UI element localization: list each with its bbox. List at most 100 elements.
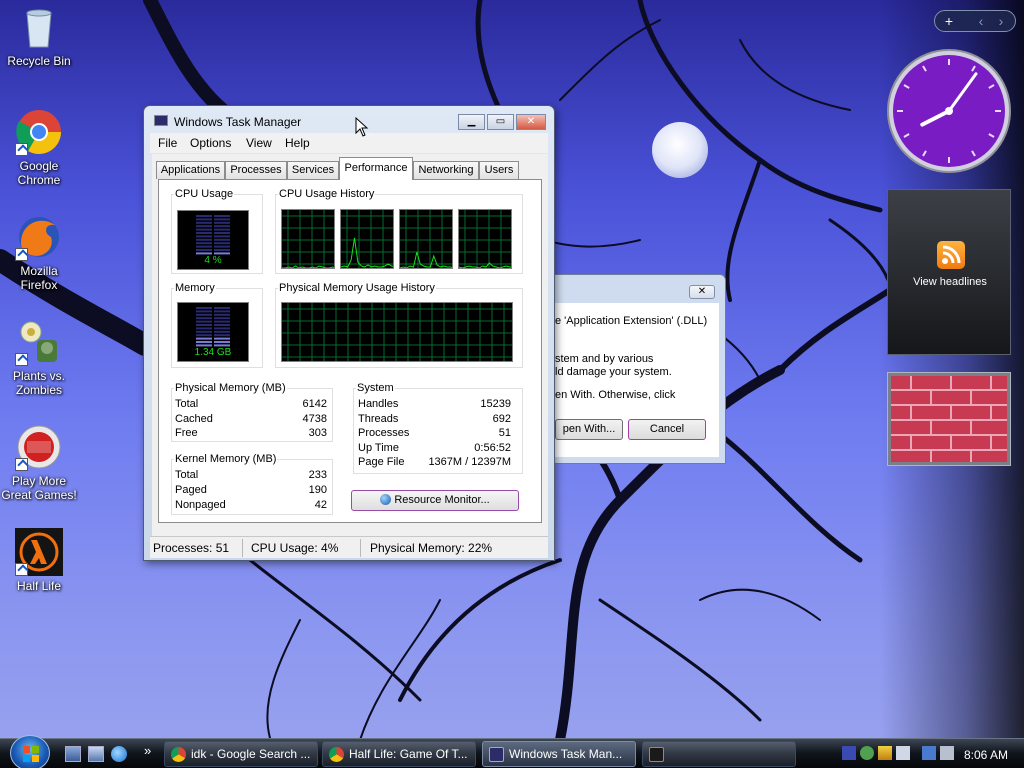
menu-file[interactable]: File bbox=[158, 136, 177, 150]
half-life-icon bbox=[15, 528, 63, 576]
quick-launch-overflow[interactable]: » bbox=[144, 743, 151, 758]
window-titlebar[interactable]: Windows Task Manager ▁ ▭ ✕ bbox=[144, 106, 554, 134]
menu-help[interactable]: Help bbox=[285, 136, 310, 150]
minimize-button[interactable]: ▁ bbox=[458, 114, 485, 130]
row-label: Page File bbox=[358, 456, 405, 468]
shortcut-arrow-icon bbox=[15, 563, 28, 576]
chrome-icon bbox=[171, 747, 186, 762]
brick-wall-image bbox=[891, 376, 1007, 462]
row-value: 1367M / 12397M bbox=[428, 456, 511, 468]
start-button[interactable] bbox=[10, 735, 50, 768]
desktop-icon-label: Plants vs. Zombies bbox=[12, 369, 66, 397]
tab-applications[interactable]: Applications bbox=[156, 161, 225, 179]
row-value: 51 bbox=[498, 427, 511, 439]
tray-status-icon[interactable] bbox=[860, 746, 874, 760]
taskbar-button-label: Half Life: Game Of T... bbox=[349, 747, 468, 761]
sidebar-add-gadget-button[interactable]: + bbox=[939, 13, 959, 29]
desktop-icon-label: Play More Great Games! bbox=[1, 474, 77, 502]
memory-label: Memory bbox=[174, 282, 216, 294]
tab-networking[interactable]: Networking bbox=[413, 161, 479, 179]
taskbar-button-google-search[interactable]: idk - Google Search ... bbox=[164, 741, 318, 767]
close-button[interactable]: ✕ bbox=[516, 114, 546, 130]
dialog-text-line: stem and by various bbox=[555, 353, 654, 365]
security-shield-icon[interactable] bbox=[878, 746, 892, 760]
resource-monitor-button[interactable]: Resource Monitor... bbox=[351, 490, 519, 511]
desktop-icon-google-chrome[interactable]: Google Chrome bbox=[1, 108, 77, 187]
shortcut-arrow-icon bbox=[15, 353, 28, 366]
tab-processes[interactable]: Processes bbox=[225, 161, 287, 179]
row-value: 6142 bbox=[302, 398, 327, 410]
menu-options[interactable]: Options bbox=[190, 136, 231, 150]
open-file-warning-dialog[interactable]: ✕ e 'Application Extension' (.DLL) stem … bbox=[548, 274, 726, 464]
desktop-icon-mozilla-firefox[interactable]: Mozilla Firefox bbox=[1, 213, 77, 292]
taskbar-button-task-manager[interactable]: Windows Task Man... bbox=[482, 741, 636, 767]
kernel-memory-nonpaged-row: Nonpaged 42 bbox=[175, 499, 327, 511]
taskbar-button-label: idk - Google Search ... bbox=[191, 747, 311, 761]
cancel-button[interactable]: Cancel bbox=[628, 419, 706, 440]
memory-meter: 1.34 GB bbox=[177, 302, 249, 362]
sidebar-previous-icon[interactable]: ‹ bbox=[971, 13, 991, 29]
task-manager-icon bbox=[154, 115, 168, 126]
popcap-icon bbox=[15, 423, 63, 471]
memory-value: 1.34 GB bbox=[194, 347, 232, 358]
system-uptime-row: Up Time 0:56:52 bbox=[358, 442, 511, 454]
physical-memory-title: Physical Memory (MB) bbox=[174, 382, 287, 394]
row-label: Processes bbox=[358, 427, 410, 439]
dialog-close-button[interactable]: ✕ bbox=[689, 285, 715, 299]
system-title: System bbox=[356, 382, 395, 394]
clock-gadget[interactable] bbox=[886, 48, 1012, 174]
notification-area: 8:06 AM bbox=[836, 741, 1024, 767]
taskbar-button-half-life[interactable] bbox=[642, 741, 796, 767]
taskbar-button-half-life-chrome[interactable]: Half Life: Game Of T... bbox=[322, 741, 476, 767]
desktop-icon-recycle-bin[interactable]: Recycle Bin bbox=[1, 3, 77, 68]
desktop-icon-half-life[interactable]: Half Life bbox=[1, 528, 77, 593]
shortcut-arrow-icon bbox=[15, 143, 28, 156]
menu-view[interactable]: View bbox=[246, 136, 272, 150]
row-value: 15239 bbox=[480, 398, 511, 410]
kernel-memory-paged-row: Paged 190 bbox=[175, 484, 327, 496]
half-life-icon bbox=[649, 747, 664, 762]
desktop-icon-label: Recycle Bin bbox=[7, 54, 71, 68]
sidebar-next-icon[interactable]: › bbox=[991, 13, 1011, 29]
row-value: 233 bbox=[308, 469, 327, 481]
task-manager-window[interactable]: Windows Task Manager ▁ ▭ ✕ File Options … bbox=[143, 105, 555, 561]
row-label: Nonpaged bbox=[175, 499, 226, 511]
desktop-icon-plants-vs-zombies[interactable]: Plants vs. Zombies bbox=[1, 318, 77, 397]
row-label: Total bbox=[175, 469, 199, 481]
tab-services[interactable]: Services bbox=[287, 161, 339, 179]
switch-windows-icon[interactable] bbox=[88, 746, 104, 762]
tray-device-icon[interactable] bbox=[896, 746, 910, 760]
open-with-button[interactable]: pen With... bbox=[555, 419, 623, 440]
status-physical-memory: Physical Memory: 22% bbox=[370, 541, 493, 555]
recycle-bin-icon bbox=[15, 3, 63, 51]
feed-headlines-gadget[interactable]: View headlines bbox=[887, 189, 1011, 355]
feed-view-headlines-label[interactable]: View headlines bbox=[888, 276, 1012, 288]
taskbar-clock[interactable]: 8:06 AM bbox=[964, 748, 1008, 762]
system-processes-row: Processes 51 bbox=[358, 427, 511, 439]
row-value: 42 bbox=[314, 499, 327, 511]
internet-explorer-icon[interactable] bbox=[111, 746, 127, 762]
tab-performance[interactable]: Performance bbox=[339, 157, 413, 180]
tray-app-icon[interactable] bbox=[842, 746, 856, 760]
windows-logo-icon bbox=[23, 746, 39, 762]
cpu-history-graph-core4 bbox=[458, 209, 512, 269]
row-label: Paged bbox=[175, 484, 207, 496]
dialog-text-line: e 'Application Extension' (.DLL) bbox=[555, 315, 708, 327]
row-value: 692 bbox=[492, 413, 511, 425]
maximize-button[interactable]: ▭ bbox=[487, 114, 514, 130]
tab-users[interactable]: Users bbox=[479, 161, 519, 179]
slideshow-gadget[interactable] bbox=[887, 372, 1011, 466]
cpu-history-graph-core3 bbox=[399, 209, 453, 269]
row-value: 303 bbox=[308, 427, 327, 439]
dialog-body: e 'Application Extension' (.DLL) stem an… bbox=[555, 303, 719, 457]
network-icon[interactable] bbox=[922, 746, 936, 760]
show-desktop-icon[interactable] bbox=[65, 746, 81, 762]
status-separator bbox=[360, 539, 361, 557]
cpu-history-graph-core2 bbox=[340, 209, 394, 269]
physical-memory-cached-row: Cached 4738 bbox=[175, 413, 327, 425]
desktop-icon-popcap-games[interactable]: Play More Great Games! bbox=[1, 423, 77, 502]
task-manager-icon bbox=[489, 747, 504, 762]
volume-icon[interactable] bbox=[940, 746, 954, 760]
cpu-usage-value: 4 % bbox=[204, 255, 222, 266]
memory-history-graph bbox=[281, 302, 513, 362]
